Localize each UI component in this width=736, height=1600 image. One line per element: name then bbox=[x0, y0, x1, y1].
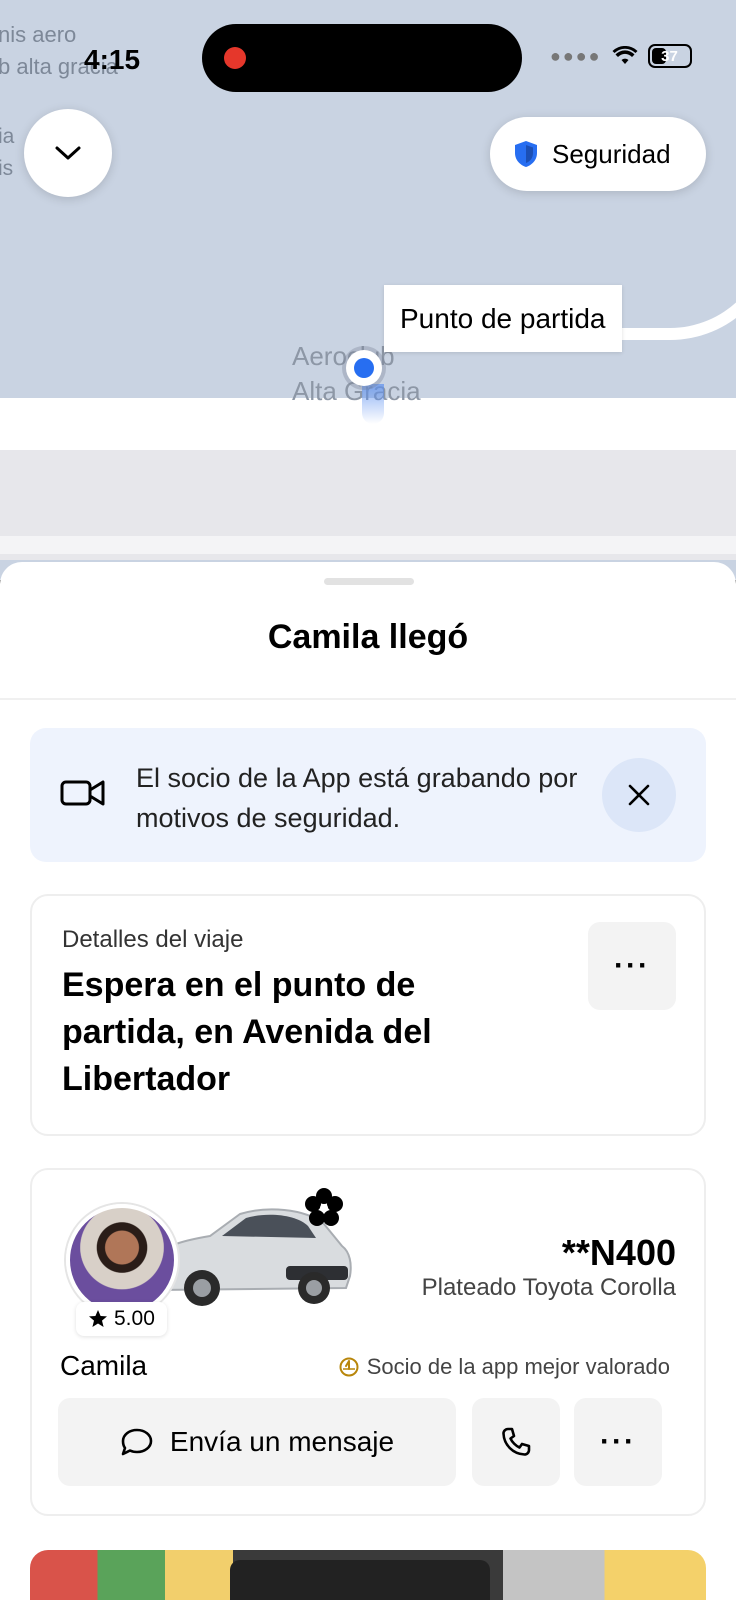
recording-indicator-icon bbox=[224, 47, 246, 69]
recording-banner-text: El socio de la App está grabando por mot… bbox=[136, 763, 578, 833]
safety-button[interactable]: Seguridad bbox=[490, 117, 706, 191]
license-plate: **N400 bbox=[561, 1232, 676, 1273]
vehicle-description: Plateado Toyota Corolla bbox=[421, 1274, 676, 1301]
collapse-button[interactable] bbox=[24, 109, 112, 197]
driver-name: Camila bbox=[60, 1350, 148, 1381]
wifi-icon bbox=[612, 46, 637, 64]
driver-rating-badge: 5.00 bbox=[76, 1302, 167, 1336]
trip-instruction: Espera en el punto de partida, en Avenid… bbox=[62, 966, 432, 1098]
recording-banner: El socio de la App está grabando por mot… bbox=[30, 728, 706, 862]
trip-details-card: Detalles del viaje Espera en el punto de… bbox=[30, 894, 706, 1136]
flower-badge-icon bbox=[305, 1188, 343, 1226]
medal-icon bbox=[339, 1357, 359, 1377]
phone-icon bbox=[502, 1427, 531, 1456]
driver-card: 5.00 **N400 Plateado Toyota Corolla Cami… bbox=[30, 1168, 706, 1516]
trip-options-button[interactable]: ··· bbox=[588, 922, 676, 1010]
safety-button-label: Seguridad bbox=[552, 138, 671, 169]
promo-image bbox=[230, 1560, 490, 1600]
battery-percent: 37 bbox=[661, 47, 678, 65]
promo-banner[interactable] bbox=[30, 1550, 706, 1600]
location-heading-beam bbox=[362, 384, 384, 424]
sheet-drag-handle[interactable] bbox=[324, 578, 414, 585]
close-icon bbox=[628, 784, 650, 806]
battery-icon: 37 bbox=[647, 44, 692, 68]
current-location-marker bbox=[346, 350, 382, 386]
driver-options-button[interactable]: ··· bbox=[574, 1398, 662, 1486]
send-message-button[interactable]: Envía un mensaje bbox=[58, 1398, 456, 1486]
cellular-signal-icon: ●●●● bbox=[550, 45, 602, 66]
map-label: ia bbox=[0, 125, 15, 148]
top-rated-label: Socio de la app mejor valorado bbox=[366, 1354, 670, 1379]
dynamic-island bbox=[202, 24, 522, 92]
top-rated-badge: Socio de la app mejor valorado bbox=[339, 1354, 670, 1380]
call-driver-button[interactable] bbox=[472, 1398, 560, 1486]
map-label: is bbox=[0, 157, 14, 180]
driver-avatar[interactable] bbox=[66, 1204, 178, 1316]
trip-details-label: Detalles del viaje bbox=[62, 926, 244, 953]
divider bbox=[0, 698, 736, 700]
sheet-title: Camila llegó bbox=[267, 618, 469, 656]
map-label: nis aero bbox=[0, 22, 77, 47]
map-road-minor bbox=[0, 536, 736, 554]
shield-icon bbox=[515, 141, 537, 167]
star-icon bbox=[89, 1310, 107, 1327]
status-time: 4:15 bbox=[84, 44, 141, 75]
chevron-down-icon bbox=[55, 146, 81, 160]
pickup-point-tag[interactable]: Punto de partida bbox=[384, 285, 622, 352]
video-camera-icon bbox=[60, 780, 105, 806]
driver-rating: 5.00 bbox=[114, 1307, 155, 1330]
chat-bubble-icon bbox=[121, 1428, 153, 1456]
dismiss-banner-button[interactable] bbox=[602, 758, 676, 832]
send-message-label: Envía un mensaje bbox=[169, 1426, 395, 1457]
status-indicators: ●●●● 37 bbox=[550, 44, 692, 68]
trip-bottom-sheet: Camila llegó El socio de la App está gra… bbox=[0, 562, 736, 1600]
